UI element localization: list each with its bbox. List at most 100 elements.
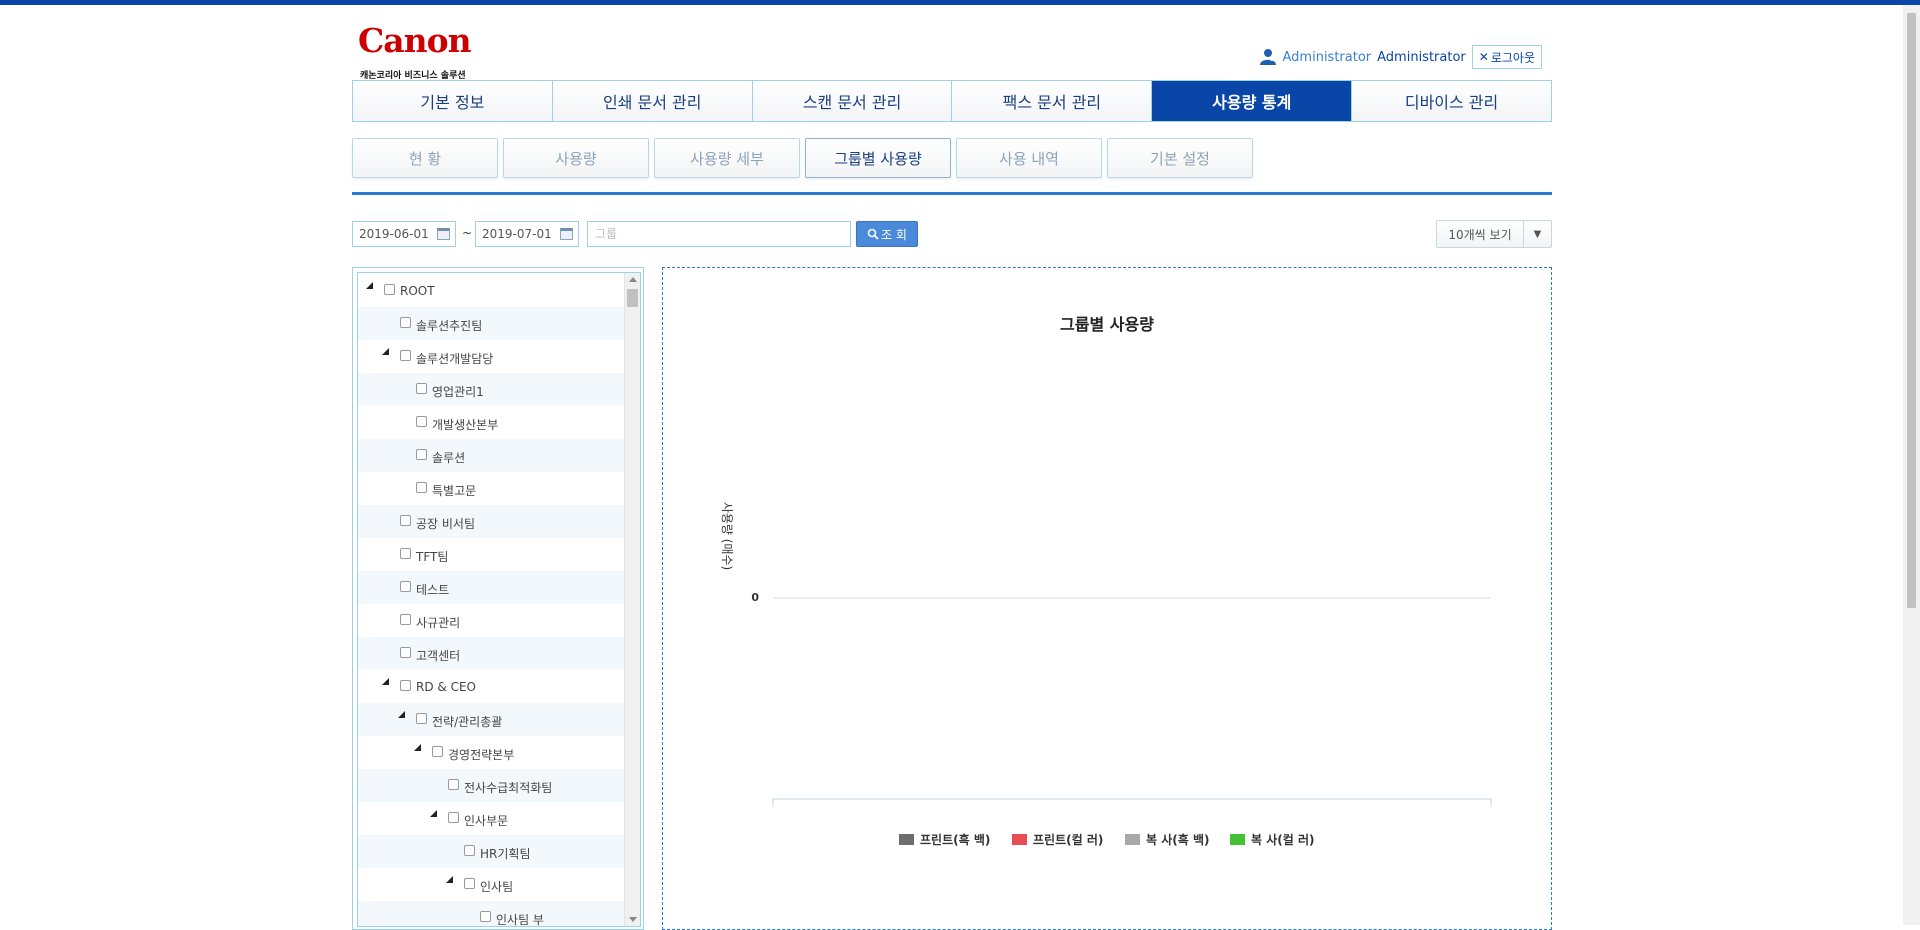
tree-node-checkbox[interactable] <box>448 812 459 823</box>
tree-node[interactable]: 특별고문 <box>358 472 624 505</box>
tree-node-checkbox[interactable] <box>448 779 459 790</box>
scroll-down-icon[interactable] <box>629 917 637 922</box>
tree-node[interactable]: 전사수급최적화팀 <box>358 769 624 802</box>
tree-node-label: RD & CEO <box>416 680 476 694</box>
expand-toggle-icon[interactable] <box>414 744 421 751</box>
tree-node[interactable]: 사규관리 <box>358 604 624 637</box>
group-tree: ROOT 솔루션추진팀솔루션개발담당 영업관리1 개발생산본부솔루션특별고문 공장 비서… <box>357 272 641 927</box>
tree-node[interactable]: RD & CEO <box>358 670 624 703</box>
tree-node[interactable]: 인사팀 부 <box>358 901 624 926</box>
tree-node-checkbox[interactable] <box>464 878 475 889</box>
legend-label: 프린트(흑 백) <box>920 832 990 847</box>
tree-node[interactable]: 솔루션 <box>358 439 624 472</box>
tree-scrollbar-thumb[interactable] <box>627 289 638 307</box>
tree-node[interactable]: 인사부문 <box>358 802 624 835</box>
tree-node-checkbox[interactable] <box>416 416 427 427</box>
tree-node-checkbox[interactable] <box>432 746 443 757</box>
main-tab-scan-docs[interactable]: 스캔 문서 관리 <box>752 81 953 121</box>
tree-node-label: 전사수급최적화팀 <box>464 781 553 795</box>
tree-node[interactable]: TFT팀 <box>358 538 624 571</box>
sub-tab-basic-settings[interactable]: 기본 설정 <box>1107 138 1253 178</box>
legend-label: 복 사(컬 러) <box>1251 832 1315 847</box>
tree-node-checkbox[interactable] <box>384 284 395 295</box>
tree-node[interactable]: 영업관리1 <box>358 373 624 406</box>
legend-swatch <box>899 834 914 845</box>
tree-node[interactable]: 공장 비서팀 <box>358 505 624 538</box>
tree-node-checkbox[interactable] <box>416 713 427 724</box>
group-usage-chart: 그룹별 사용량사용량 (매수) 0 프린트(흑 백) 프린트(컬 러) 복 사(흑 백)… <box>720 315 1492 847</box>
tree-node-checkbox[interactable] <box>416 383 427 394</box>
calendar-icon[interactable] <box>560 228 573 240</box>
tree-node-checkbox[interactable] <box>400 581 411 592</box>
sub-tab-usage-history[interactable]: 사용 내역 <box>956 138 1102 178</box>
tree-node-checkbox[interactable] <box>400 350 411 361</box>
main-nav: 기본 정보 인쇄 문서 관리 스캔 문서 관리 팩스 문서 관리 사용량 통계 … <box>352 80 1552 122</box>
tree-node[interactable]: 인사팀 <box>358 868 624 901</box>
end-date-value: 2019-07-01 <box>482 227 552 241</box>
group-search-input[interactable] <box>587 221 851 247</box>
tree-node-label: 테스트 <box>416 583 450 597</box>
start-date-field[interactable]: 2019-06-01 <box>352 221 456 247</box>
main-tab-device-mgmt[interactable]: 디바이스 관리 <box>1352 81 1551 121</box>
tree-node[interactable]: 전략/관리총괄 <box>358 703 624 736</box>
tree-scrollbar[interactable] <box>624 273 640 926</box>
tree-node-label: 솔루션 <box>432 451 466 465</box>
page-scrollbar-thumb[interactable] <box>1907 13 1916 608</box>
tree-node-checkbox[interactable] <box>400 548 411 559</box>
user-icon <box>1259 49 1276 65</box>
end-date-field[interactable]: 2019-07-01 <box>475 221 579 247</box>
tree-node[interactable]: 고객센터 <box>358 637 624 670</box>
main-tab-fax-docs[interactable]: 팩스 문서 관리 <box>952 81 1153 121</box>
expand-toggle-icon[interactable] <box>446 876 453 883</box>
tree-node-checkbox[interactable] <box>464 845 475 856</box>
tree-node-checkbox[interactable] <box>400 515 411 526</box>
tree-node-checkbox[interactable] <box>416 482 427 493</box>
main-tab-basic-info[interactable]: 기본 정보 <box>353 81 553 121</box>
tree-node-checkbox[interactable] <box>480 911 491 922</box>
calendar-icon[interactable] <box>437 228 450 240</box>
sub-tab-usage[interactable]: 사용량 <box>503 138 649 178</box>
page-scrollbar[interactable] <box>1903 5 1920 925</box>
sub-tab-group-usage[interactable]: 그룹별 사용량 <box>805 138 951 178</box>
tree-node[interactable]: 테스트 <box>358 571 624 604</box>
legend-label: 프린트(컬 러) <box>1033 832 1103 847</box>
tree-node[interactable]: 솔루션개발담당 <box>358 340 624 373</box>
page-container: Canon 캐논코리아 비즈니스 솔루션 Administrator Admin… <box>352 5 1552 930</box>
tree-node[interactable]: 개발생산본부 <box>358 406 624 439</box>
legend-swatch <box>1230 834 1245 845</box>
sub-tab-usage-detail[interactable]: 사용량 세부 <box>654 138 800 178</box>
main-tab-print-docs[interactable]: 인쇄 문서 관리 <box>552 81 753 121</box>
chart-title: 그룹별 사용량 <box>1060 315 1154 334</box>
tree-node-checkbox[interactable] <box>400 614 411 625</box>
legend-swatch <box>1012 834 1027 845</box>
tree-node[interactable]: 경영전략본부 <box>358 736 624 769</box>
expand-toggle-icon[interactable] <box>366 282 373 289</box>
sub-nav: 현 황 사용량 사용량 세부 그룹별 사용량 사용 내역 기본 설정 <box>352 138 1253 180</box>
sub-tab-status[interactable]: 현 황 <box>352 138 498 178</box>
legend-swatch <box>1125 834 1140 845</box>
tree-node-label: HR기획팀 <box>480 847 531 861</box>
logo[interactable]: Canon 캐논코리아 비즈니스 솔루션 <box>358 22 528 82</box>
user-role: Administrator <box>1282 49 1372 65</box>
main-tab-usage-stats[interactable]: 사용량 통계 <box>1152 81 1353 121</box>
search-label: 조 회 <box>881 227 907 242</box>
tree-node[interactable]: HR기획팀 <box>358 835 624 868</box>
per-page-label: 10개씩 보기 <box>1437 221 1524 247</box>
expand-toggle-icon[interactable] <box>382 348 389 355</box>
chevron-down-icon[interactable]: ▼ <box>1524 221 1551 247</box>
tree-node-checkbox[interactable] <box>400 680 411 691</box>
expand-toggle-icon[interactable] <box>382 678 389 685</box>
tree-node-checkbox[interactable] <box>416 449 427 460</box>
expand-toggle-icon[interactable] <box>430 810 437 817</box>
tree-node[interactable]: 솔루션추진팀 <box>358 307 624 340</box>
tree-node-checkbox[interactable] <box>400 647 411 658</box>
tree-node[interactable]: ROOT <box>358 274 624 307</box>
expand-toggle-icon[interactable] <box>398 711 405 718</box>
search-button[interactable]: 조 회 <box>856 221 918 247</box>
scroll-up-icon[interactable] <box>629 277 637 282</box>
logout-button[interactable]: ✕ 로그아웃 <box>1471 45 1542 69</box>
tree-node-label: 솔루션추진팀 <box>416 319 483 333</box>
per-page-select[interactable]: 10개씩 보기 ▼ <box>1436 220 1552 248</box>
tree-node-label: 전략/관리총괄 <box>432 715 503 729</box>
tree-node-checkbox[interactable] <box>400 317 411 328</box>
